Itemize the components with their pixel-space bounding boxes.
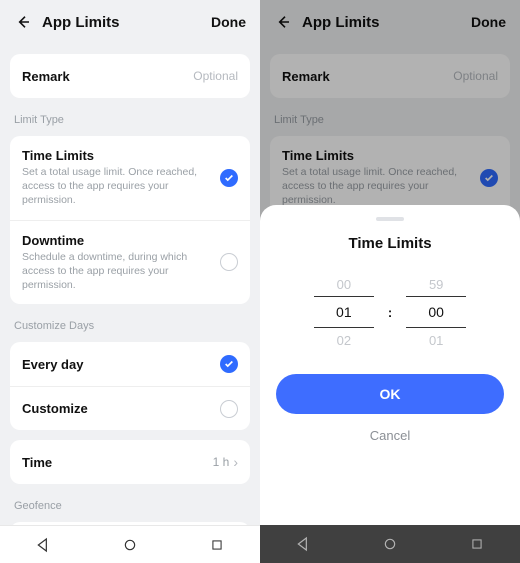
remark-card: Remark Optional [10,54,250,98]
option-every-day[interactable]: Every day [10,342,250,386]
header: App Limits Done [0,0,260,44]
option-time-limits[interactable]: Time Limits Set a total usage limit. Onc… [10,136,250,220]
nav-recent[interactable] [202,530,232,560]
back-button[interactable] [14,13,32,31]
radio-every-day[interactable] [220,355,238,373]
section-geofence: Geofence [14,500,246,512]
customize-label: Customize [22,401,88,416]
remark-label: Remark [22,69,70,84]
section-customize-days: Customize Days [14,320,246,332]
nav-home[interactable] [115,530,145,560]
time-row[interactable]: Time 1 h › [10,440,250,484]
minutes-selected: 00 [428,304,444,320]
screen-app-limits: App Limits Done Remark Optional Limit Ty… [0,0,260,563]
limit-type-card: Time Limits Set a total usage limit. Onc… [10,136,250,304]
screen-time-picker: App Limits Done Remark Optional Limit Ty… [260,0,520,563]
ok-button[interactable]: OK [276,374,504,414]
check-icon [224,359,234,369]
remark-row[interactable]: Remark Optional [10,54,250,98]
content: Remark Optional Limit Type Time Limits S… [0,44,260,525]
every-day-label: Every day [22,357,83,372]
done-button[interactable]: Done [211,14,246,30]
time-picker: 00 01 02 : 59 00 01 [276,272,504,352]
hours-next: 02 [337,328,351,352]
time-picker-sheet: Time Limits 00 01 02 : 59 00 01 OK Cance… [260,205,520,525]
minutes-prev: 59 [429,272,443,296]
back-arrow-icon [15,14,31,30]
check-icon [224,173,234,183]
minutes-wheel[interactable]: 59 00 01 [406,272,466,352]
hours-wheel[interactable]: 00 01 02 [314,272,374,352]
minutes-next: 01 [429,328,443,352]
nav-back[interactable] [28,530,58,560]
downtime-desc: Schedule a downtime, during which access… [22,250,212,293]
radio-downtime[interactable] [220,253,238,271]
radio-time-limits[interactable] [220,169,238,187]
radio-customize[interactable] [220,400,238,418]
days-card: Every day Customize [10,342,250,430]
chevron-right-icon: › [233,454,238,470]
sheet-title: Time Limits [276,235,504,252]
section-limit-type: Limit Type [14,114,246,126]
cancel-button[interactable]: Cancel [276,428,504,443]
time-card: Time 1 h › [10,440,250,484]
time-limits-desc: Set a total usage limit. Once reached, a… [22,165,212,208]
android-navbar [0,525,260,563]
downtime-title: Downtime [22,233,212,248]
sheet-grabber[interactable] [376,217,404,221]
time-limits-title: Time Limits [22,148,212,163]
remark-placeholder: Optional [193,69,238,83]
page-title: App Limits [42,14,120,31]
hours-prev: 00 [337,272,351,296]
time-label: Time [22,455,52,470]
option-downtime[interactable]: Downtime Schedule a downtime, during whi… [10,220,250,305]
hours-selected: 01 [336,304,352,320]
time-colon: : [388,305,392,320]
option-customize[interactable]: Customize [10,386,250,430]
time-value: 1 h [213,455,230,469]
